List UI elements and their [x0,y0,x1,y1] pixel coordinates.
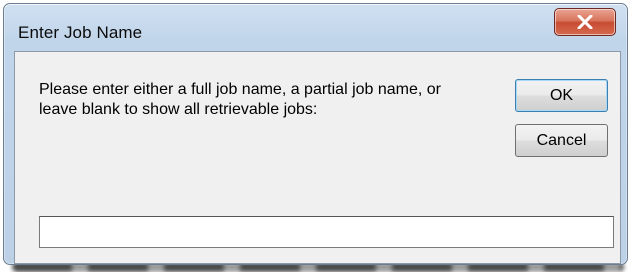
close-icon [577,15,593,29]
ok-button[interactable]: OK [515,79,608,112]
prompt-text: Please enter either a full job name, a p… [39,81,442,118]
dialog-body: Please enter either a full job name, a p… [14,51,621,264]
dialog-window: Enter Job Name Please enter either a ful… [3,3,628,265]
cancel-button[interactable]: Cancel [515,124,608,157]
close-button[interactable] [554,8,616,36]
job-name-input[interactable] [39,216,614,248]
window-title: Enter Job Name [18,23,143,42]
